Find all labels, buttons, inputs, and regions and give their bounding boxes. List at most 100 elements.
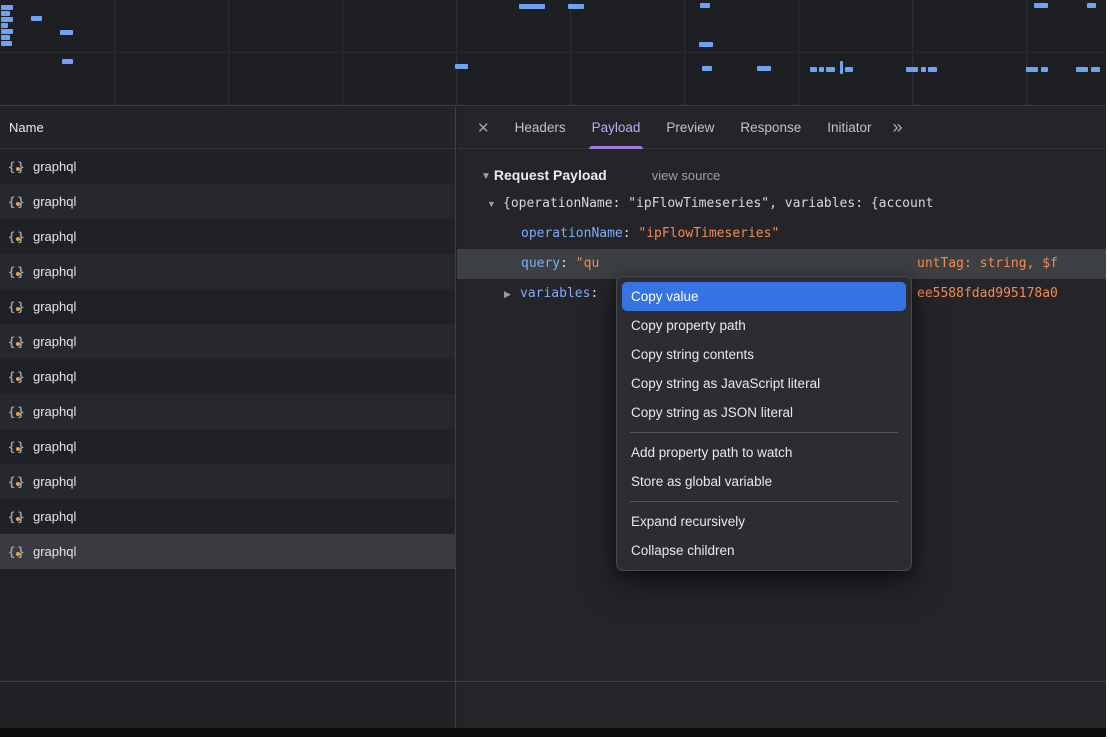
tree-root-row[interactable]: ▼{operationName: "ipFlowTimeseries", var…	[457, 189, 1106, 219]
request-name: graphql	[33, 474, 76, 489]
collapse-root-icon[interactable]: ▼	[487, 189, 503, 219]
timeline-bar	[699, 42, 713, 47]
timeline-bar	[840, 61, 843, 74]
timeline-bar	[62, 59, 73, 64]
timeline-bar	[921, 67, 926, 72]
network-overview-timeline[interactable]	[0, 0, 1106, 106]
menu-item[interactable]: Copy string as JavaScript literal	[622, 369, 906, 398]
timeline-bar	[519, 4, 545, 9]
json-braces-icon: {}	[8, 545, 26, 559]
timeline-mid-divider	[0, 52, 1106, 53]
timeline-bar	[1041, 67, 1048, 72]
tab-initiator[interactable]: Initiator	[814, 107, 884, 149]
timeline-bar	[1, 23, 8, 28]
property-key: query	[521, 256, 576, 271]
request-row[interactable]: {}graphql	[0, 184, 455, 219]
json-braces-icon: {}	[8, 195, 26, 209]
request-row[interactable]: {} graphql	[0, 394, 455, 429]
menu-item[interactable]: Copy string as JSON literal	[622, 398, 906, 427]
more-tabs-icon[interactable]: »	[893, 117, 902, 138]
tab-headers[interactable]: Headers	[502, 107, 579, 149]
menu-item[interactable]: Copy string contents	[622, 340, 906, 369]
property-value-continued: ee5588fdad995178a0	[917, 279, 1058, 309]
request-name: graphql	[33, 334, 76, 349]
timeline-bar	[1026, 67, 1038, 72]
request-name: graphql	[33, 229, 76, 244]
tab-preview[interactable]: Preview	[653, 107, 727, 149]
tree-row-operation-name[interactable]: operationName"ipFlowTimeseries"	[457, 219, 1106, 249]
request-row[interactable]: {}graphql	[0, 289, 455, 324]
timeline-bar	[1, 35, 10, 40]
expand-variables-icon[interactable]: ▶	[504, 279, 520, 309]
request-row[interactable]: {}graphql	[0, 149, 455, 184]
menu-item[interactable]: Store as global variable	[622, 467, 906, 496]
request-name: graphql	[33, 369, 76, 384]
window-bottom-bar	[0, 728, 1106, 737]
request-row[interactable]: {} graphql	[0, 429, 455, 464]
timeline-bar	[819, 67, 824, 72]
menu-divider	[630, 501, 898, 502]
request-row[interactable]: {} graphql	[0, 534, 455, 569]
request-name: graphql	[33, 404, 76, 419]
request-row[interactable]: {}graphql	[0, 499, 455, 534]
menu-item[interactable]: Copy property path	[622, 311, 906, 340]
timeline-bar	[60, 30, 73, 35]
close-panel-icon[interactable]: ✕	[477, 119, 490, 137]
json-braces-icon: {}	[8, 335, 26, 349]
request-row[interactable]: {}graphql	[0, 464, 455, 499]
devtools-network-panel: Name {}graphql{}graphql{}graphql{}graphq…	[0, 0, 1106, 737]
request-row[interactable]: {} graphql	[0, 359, 455, 394]
network-request-list-panel: Name {}graphql{}graphql{}graphql{}graphq…	[0, 107, 456, 728]
menu-item[interactable]: Copy value	[622, 282, 906, 311]
property-key: operationName	[521, 226, 638, 241]
json-braces-icon: {}	[8, 230, 26, 244]
json-braces-icon: {}	[8, 265, 26, 279]
request-row[interactable]: {} graphql	[0, 324, 455, 359]
summary-bar-divider	[0, 681, 1106, 682]
json-braces-icon: {}	[8, 440, 26, 454]
menu-item[interactable]: Collapse children	[622, 536, 906, 565]
timeline-bar	[928, 67, 937, 72]
timeline-bar	[845, 67, 853, 72]
request-name: graphql	[33, 544, 76, 559]
json-braces-icon: {}	[8, 370, 26, 384]
json-braces-icon: {}	[8, 405, 26, 419]
request-row[interactable]: {} graphql	[0, 219, 455, 254]
tab-payload[interactable]: Payload	[579, 107, 654, 149]
details-tab-bar: ✕ Headers Payload Preview Response Initi…	[457, 107, 1106, 149]
request-row[interactable]: {} graphql	[0, 254, 455, 289]
view-source-link[interactable]: view source	[652, 168, 721, 183]
json-braces-icon: {}	[8, 510, 26, 524]
name-column-header[interactable]: Name	[0, 107, 455, 149]
timeline-bar	[702, 66, 712, 71]
timeline-bar	[1034, 3, 1048, 8]
tree-row-query[interactable]: query"qu untTag: string, $f	[457, 249, 1106, 279]
timeline-bar	[1, 29, 13, 34]
timeline-bar	[1, 17, 13, 22]
menu-item[interactable]: Expand recursively	[622, 507, 906, 536]
timeline-bar	[1, 11, 10, 16]
property-value: "qu	[576, 256, 599, 271]
property-value: "ipFlowTimeseries"	[638, 226, 779, 241]
timeline-bar	[1076, 67, 1088, 72]
timeline-bar	[1, 5, 13, 10]
devtools-context-menu: Copy valueCopy property pathCopy string …	[616, 276, 912, 571]
request-rows: {} graphql {} graphql {} graphql {} graphql {} gr…	[0, 149, 455, 569]
timeline-bar	[31, 16, 42, 21]
collapse-section-icon[interactable]	[481, 166, 494, 184]
timeline-bar	[568, 4, 584, 9]
timeline-bar	[455, 64, 468, 69]
property-key: variables	[520, 286, 606, 301]
json-braces-icon: {}	[8, 300, 26, 314]
menu-divider	[630, 432, 898, 433]
json-braces-icon: {}	[8, 160, 26, 174]
request-name: graphql	[33, 439, 76, 454]
menu-item[interactable]: Add property path to watch	[622, 438, 906, 467]
timeline-bar	[1091, 67, 1100, 72]
request-payload-section-header: Request Payload view source	[457, 161, 1106, 189]
timeline-bar	[1, 41, 12, 46]
tab-response[interactable]: Response	[727, 107, 814, 149]
timeline-bar	[906, 67, 918, 72]
name-column-label: Name	[9, 120, 44, 135]
request-name: graphql	[33, 264, 76, 279]
